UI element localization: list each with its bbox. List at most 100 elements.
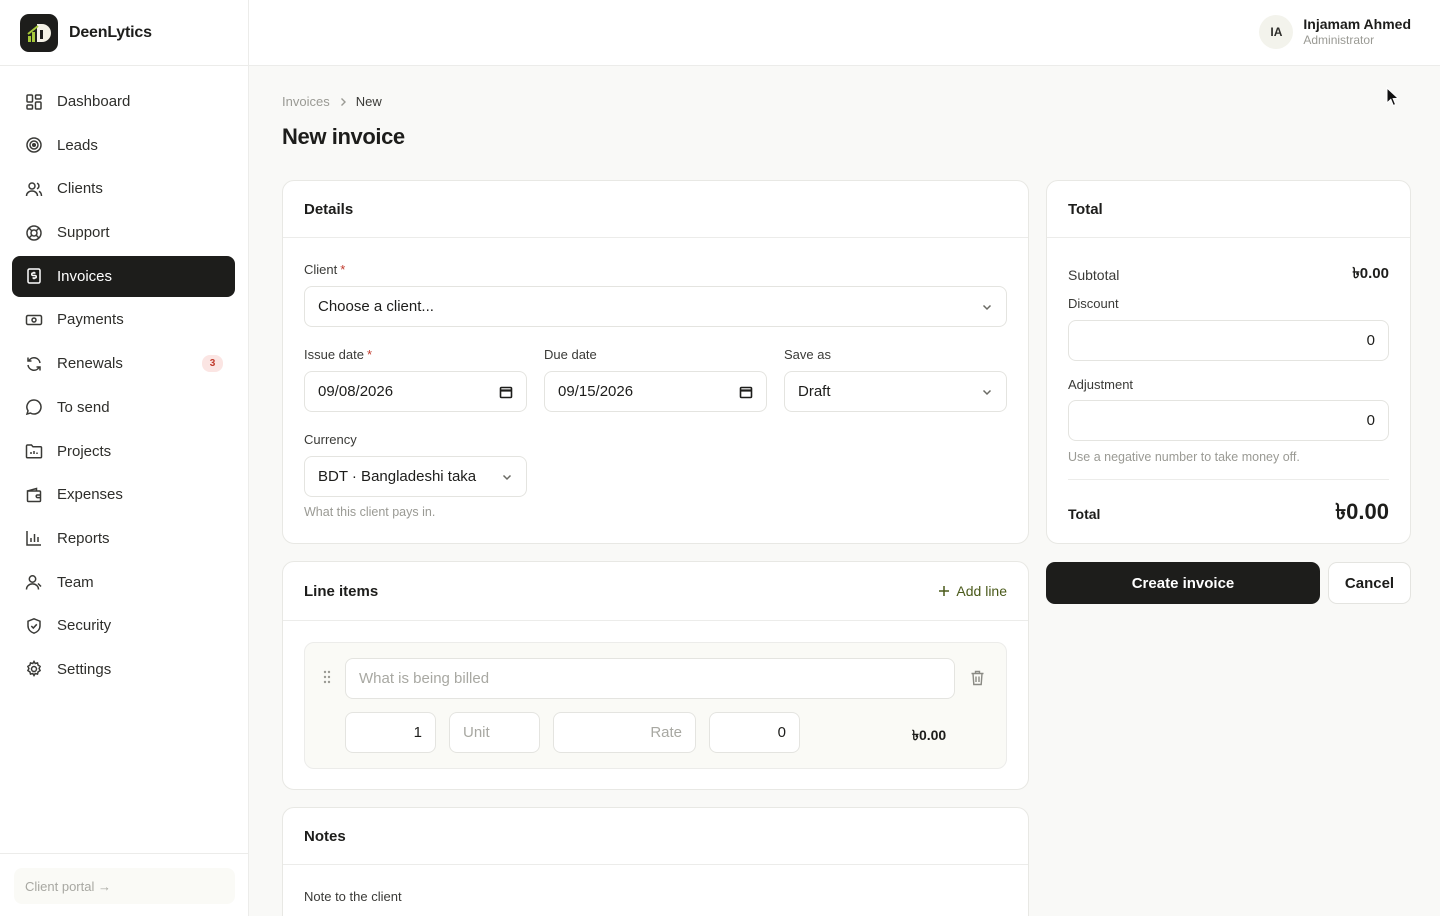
client-label: Client * <box>304 262 345 277</box>
adjustment-input[interactable]: 0 <box>1068 400 1389 441</box>
sidebar-item-label: Team <box>57 573 94 591</box>
save-as-select[interactable]: Draft <box>784 371 1007 412</box>
target-icon <box>26 137 42 153</box>
sidebar-item-label: Payments <box>57 311 124 329</box>
quantity-input[interactable]: 1 <box>345 712 436 753</box>
user-info: Injamam Ahmed Administrator <box>1303 16 1411 48</box>
grand-total-row: Total ৳0.00 <box>1068 495 1389 532</box>
brand[interactable]: DeenLytics <box>0 0 248 66</box>
issue-date-label: Issue date * <box>304 347 372 362</box>
sidebar-item-label: Settings <box>57 660 112 678</box>
avatar[interactable]: IA <box>1259 15 1294 49</box>
sidebar-item-label: Security <box>57 617 112 635</box>
chat-bubble-icon <box>25 399 42 416</box>
refresh-icon <box>27 356 41 371</box>
currency-hint: What this client pays in. <box>304 505 436 519</box>
calendar-icon[interactable] <box>499 385 513 399</box>
sidebar-footer: Client portal → <box>0 853 249 916</box>
invoice-icon <box>27 268 41 284</box>
gear-icon <box>26 660 42 678</box>
tax-input[interactable]: 0 <box>709 712 800 753</box>
plus-icon <box>939 586 950 596</box>
shield-icon <box>27 617 41 634</box>
sidebar-item-label: Expenses <box>57 486 123 504</box>
sidebar-item-dashboard[interactable]: Dashboard <box>12 81 235 122</box>
save-as-label: Save as <box>784 347 831 362</box>
folder-icon <box>25 444 43 459</box>
client-portal-link[interactable]: Client portal → <box>14 868 235 904</box>
sidebar-item-projects[interactable]: Projects <box>12 431 235 472</box>
users-icon <box>25 182 43 196</box>
sidebar-nav: Dashboard Leads Clients Support Invoices… <box>0 66 248 690</box>
drag-handle-icon[interactable] <box>323 670 331 684</box>
subtotal-row: Subtotal ৳0.00 <box>1068 262 1389 287</box>
sidebar-item-label: Leads <box>57 136 98 154</box>
sidebar-item-support[interactable]: Support <box>12 212 235 253</box>
sidebar-item-payments[interactable]: Payments <box>12 299 235 340</box>
required-mark: * <box>367 347 373 362</box>
details-title: Details <box>304 200 354 218</box>
create-invoice-button[interactable]: Create invoice <box>1046 562 1320 604</box>
client-label-text: Client <box>304 262 338 277</box>
details-card-header: Details <box>283 181 1028 238</box>
trash-icon[interactable] <box>970 670 985 686</box>
app-logo-icon <box>20 13 58 52</box>
sidebar-item-label: Reports <box>57 529 110 547</box>
user-name: Injamam Ahmed <box>1303 16 1411 32</box>
due-date-label: Due date <box>544 347 597 362</box>
total-header: Total <box>1047 181 1410 238</box>
sidebar-item-leads[interactable]: Leads <box>12 125 235 166</box>
due-date-value: 09/15/2026 <box>558 383 634 400</box>
mouse-cursor-icon <box>1386 87 1400 107</box>
add-line-button[interactable]: Add line <box>938 583 1007 599</box>
sidebar-item-team[interactable]: Team <box>12 562 235 603</box>
save-as-value: Draft <box>798 383 831 400</box>
breadcrumb: Invoices New <box>282 94 382 109</box>
issue-date-label-text: Issue date <box>304 347 364 362</box>
sidebar-item-settings[interactable]: Settings <box>12 649 235 690</box>
sidebar-item-clients[interactable]: Clients <box>12 168 235 209</box>
user-menu[interactable]: IA Injamam Ahmed Administrator <box>1259 15 1411 49</box>
sidebar-item-to-send[interactable]: To send <box>12 387 235 428</box>
client-select[interactable]: Choose a client... <box>304 286 1007 327</box>
details-card: Details Client * Choose a client... Issue… <box>282 180 1029 544</box>
unit-input[interactable]: Unit <box>449 712 540 753</box>
breadcrumb-invoices-link[interactable]: Invoices <box>282 94 330 109</box>
discount-input[interactable]: 0 <box>1068 320 1389 361</box>
banknote-icon <box>25 314 43 326</box>
currency-value: BDT · Bangladeshi taka <box>318 468 477 485</box>
line-items-title: Line items <box>304 582 379 600</box>
required-mark: * <box>340 262 346 277</box>
adjustment-label: Adjustment <box>1068 377 1134 392</box>
sidebar-item-invoices[interactable]: Invoices <box>12 255 235 297</box>
chevron-down-icon <box>502 474 512 480</box>
notes-title: Notes <box>304 827 346 845</box>
line-description-input[interactable]: What is being billed <box>345 658 955 699</box>
sidebar-item-security[interactable]: Security <box>12 605 235 646</box>
user-role: Administrator <box>1303 33 1375 47</box>
issue-date-value: 09/08/2026 <box>318 383 394 400</box>
due-date-input[interactable]: 09/15/2026 <box>544 371 767 412</box>
issue-date-input[interactable]: 09/08/2026 <box>304 371 527 412</box>
grand-total-label: Total <box>1068 505 1101 522</box>
sidebar-item-label: To send <box>57 398 110 416</box>
wallet-icon <box>26 487 42 502</box>
chevron-down-icon <box>982 389 992 395</box>
sidebar-item-expenses[interactable]: Expenses <box>12 474 235 515</box>
sidebar-item-renewals[interactable]: Renewals 3 <box>12 343 235 384</box>
chevron-right-icon <box>340 97 346 106</box>
note-to-client-label: Note to the client <box>304 889 402 904</box>
sidebar-item-label: Clients <box>57 180 103 198</box>
chevron-down-icon <box>982 304 992 310</box>
app-name: DeenLytics <box>69 23 152 41</box>
sidebar-item-reports[interactable]: Reports <box>12 518 235 559</box>
adjustment-hint: Use a negative number to take money off. <box>1068 450 1300 464</box>
rate-input[interactable]: Rate <box>553 712 696 753</box>
calendar-icon[interactable] <box>739 385 753 399</box>
sidebar-item-label: Support <box>57 224 110 242</box>
currency-select[interactable]: BDT · Bangladeshi taka <box>304 456 527 497</box>
notes-card: Notes Note to the client <box>282 807 1029 916</box>
sidebar-item-label: Projects <box>57 442 112 460</box>
sidebar: DeenLytics Dashboard Leads Clients Suppo… <box>0 0 249 916</box>
cancel-button[interactable]: Cancel <box>1328 562 1411 604</box>
